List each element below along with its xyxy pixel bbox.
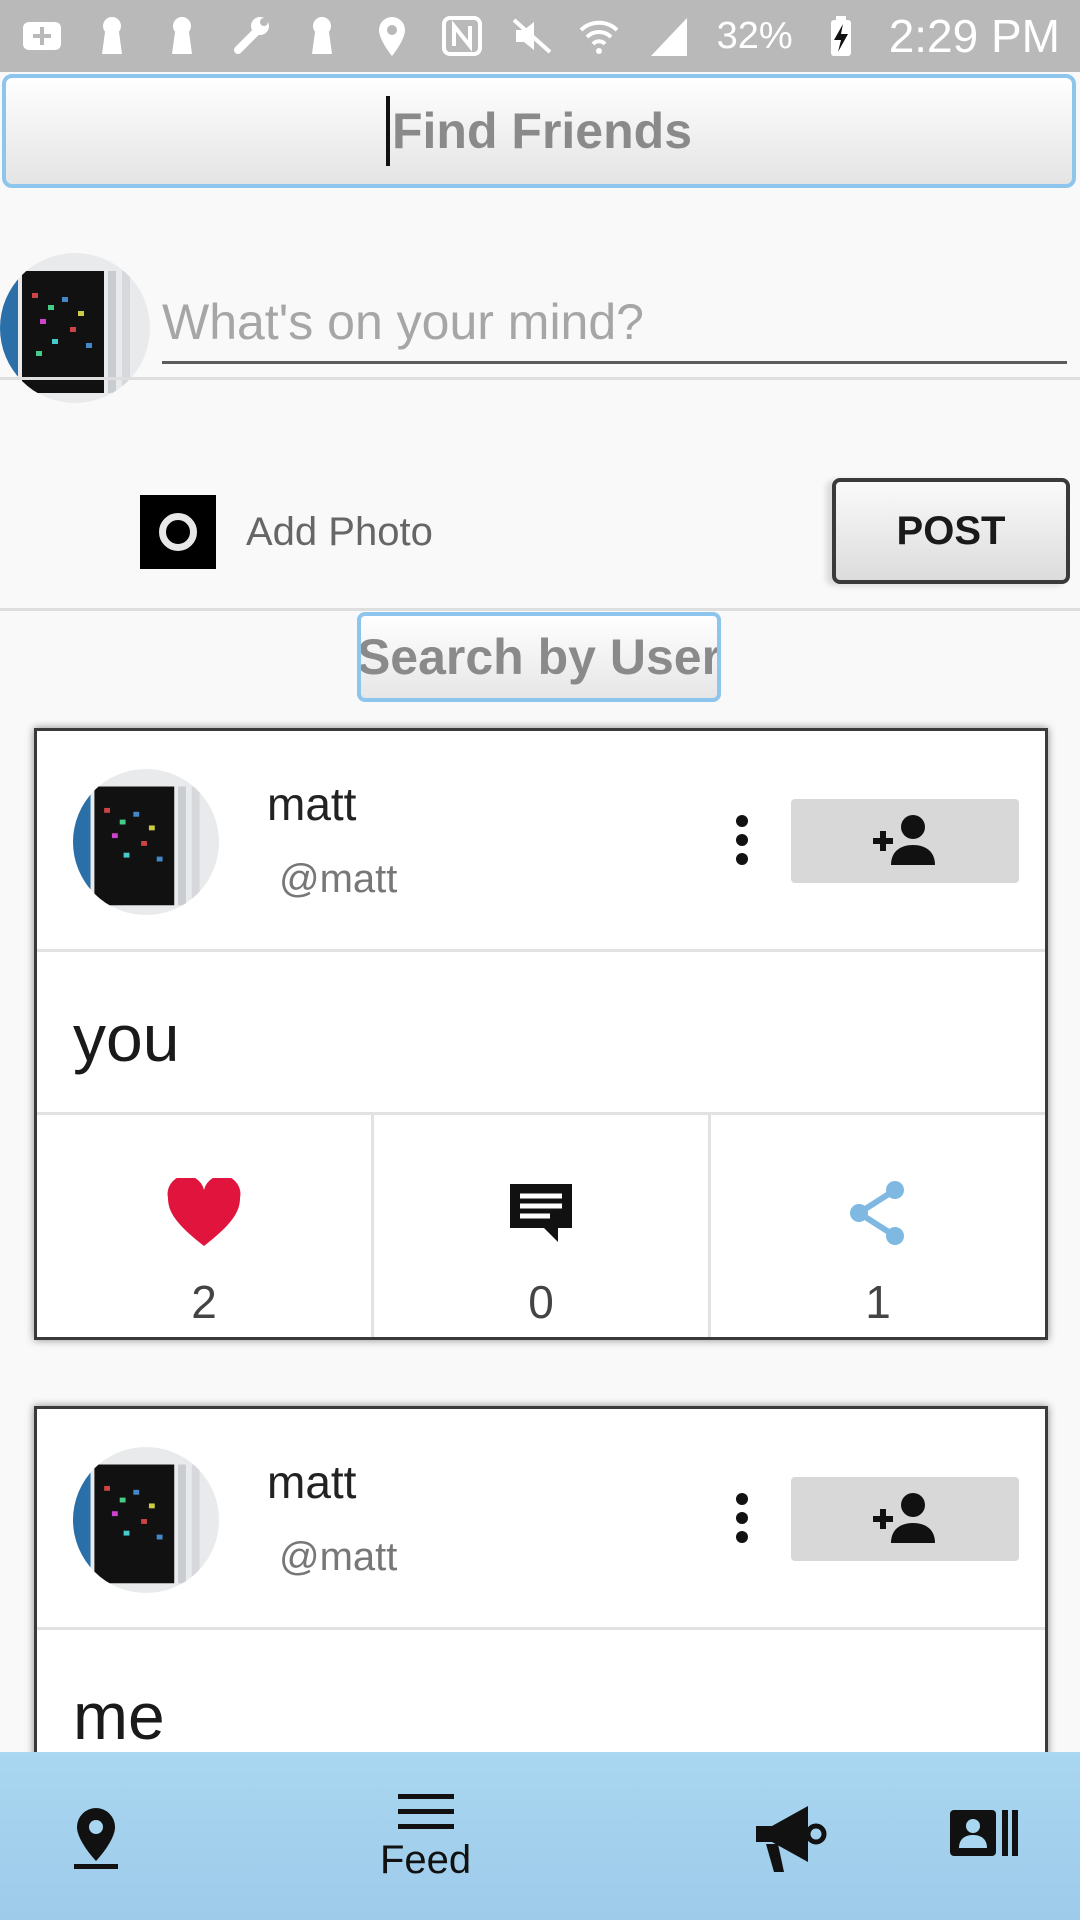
- search-by-user-button[interactable]: Search by User: [357, 612, 721, 702]
- avatar-image: [73, 1447, 219, 1593]
- more-options-icon[interactable]: [717, 815, 767, 865]
- nav-feed[interactable]: Feed: [380, 1792, 471, 1883]
- nav-contacts[interactable]: [950, 1810, 1018, 1856]
- comment-icon: [510, 1184, 572, 1242]
- share-button[interactable]: 1: [708, 1115, 1045, 1337]
- add-icon: [23, 22, 61, 50]
- post-header: matt @matt: [37, 1409, 1045, 1630]
- comment-count: 0: [528, 1276, 554, 1328]
- add-friend-button[interactable]: [791, 1477, 1019, 1561]
- divider: [0, 608, 1080, 611]
- nav-announcements[interactable]: [752, 1800, 830, 1876]
- add-photo-label: Add Photo: [246, 509, 433, 554]
- feed-icon: [397, 1794, 454, 1829]
- wrench-icon: [234, 17, 269, 54]
- post-card: matt @matt you 2 0 1: [34, 728, 1048, 1340]
- nav-map[interactable]: [68, 1806, 124, 1870]
- search-by-user-label: Search by User: [357, 629, 721, 685]
- keyhole-icon: [102, 17, 122, 54]
- clock: 2:29 PM: [888, 10, 1060, 62]
- add-friend-button[interactable]: [791, 799, 1019, 883]
- status-bar: 32% 2:29 PM: [0, 0, 1080, 72]
- status-icons-right: 32% 2:29 PM: [577, 9, 1060, 63]
- camera-icon: [140, 495, 216, 569]
- author-handle[interactable]: @matt: [279, 1535, 397, 1580]
- author-name[interactable]: matt: [267, 1455, 356, 1509]
- map-pin-icon: [74, 1808, 118, 1869]
- post-body: you: [37, 952, 1045, 1115]
- more-options-icon[interactable]: [717, 1493, 767, 1543]
- share-count: 1: [865, 1276, 891, 1328]
- comment-button[interactable]: 0: [371, 1115, 708, 1337]
- post-text: me: [73, 1679, 165, 1753]
- share-icon: [850, 1181, 904, 1245]
- contacts-icon: [950, 1810, 1018, 1856]
- nav-feed-label: Feed: [380, 1838, 472, 1882]
- find-friends-field[interactable]: Find Friends: [2, 74, 1076, 188]
- heart-icon: [167, 1178, 241, 1246]
- add-photo-button[interactable]: Add Photo: [140, 495, 433, 569]
- avatar[interactable]: [73, 769, 219, 915]
- avatar-image: [73, 769, 219, 915]
- signal-icon: [650, 18, 687, 56]
- megaphone-icon: [756, 1806, 827, 1872]
- avatar-image: [0, 253, 150, 403]
- post-button[interactable]: POST: [832, 478, 1070, 584]
- battery-percent: 32%: [716, 14, 793, 57]
- nfc-icon: [442, 16, 482, 56]
- wifi-icon: [579, 20, 619, 54]
- keyhole-icon: [172, 17, 192, 54]
- author-handle[interactable]: @matt: [279, 857, 397, 902]
- text-cursor: [386, 96, 390, 166]
- status-icons-left: [20, 14, 554, 58]
- like-count: 2: [191, 1276, 217, 1328]
- avatar[interactable]: [73, 1447, 219, 1593]
- battery-charging-icon: [830, 16, 851, 56]
- author-name[interactable]: matt: [267, 777, 356, 831]
- mute-icon: [512, 18, 552, 54]
- post-header: matt @matt: [37, 731, 1045, 952]
- divider: [0, 377, 1080, 380]
- bottom-navigation: Feed: [0, 1752, 1080, 1920]
- location-icon: [379, 17, 405, 56]
- find-friends-label: Find Friends: [392, 103, 692, 159]
- keyhole-icon: [312, 17, 332, 54]
- post-text-input[interactable]: [162, 282, 1067, 364]
- add-person-icon: [873, 1493, 935, 1543]
- add-person-icon: [873, 815, 935, 865]
- post-actions: 2 0 1: [37, 1115, 1045, 1337]
- like-button[interactable]: 2: [37, 1115, 371, 1337]
- avatar[interactable]: [0, 253, 150, 403]
- post-text: you: [73, 1001, 180, 1075]
